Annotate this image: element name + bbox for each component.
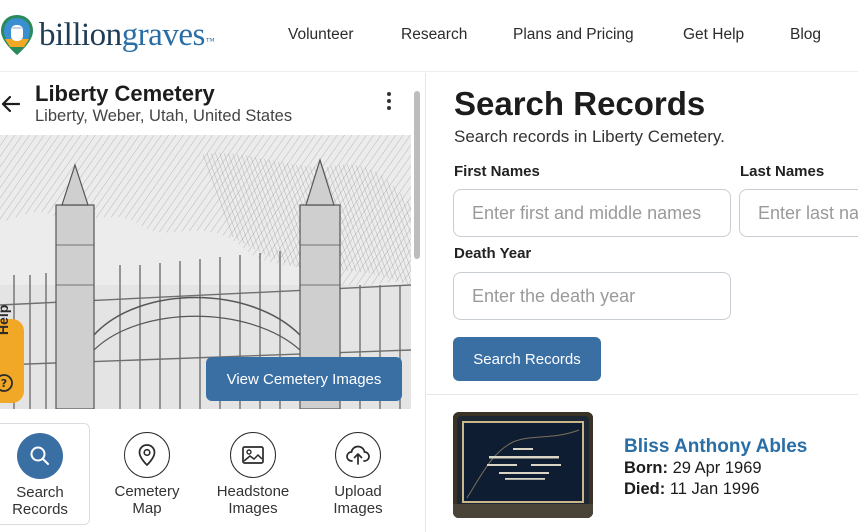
nav-plans-and-pricing[interactable]: Plans and Pricing bbox=[513, 26, 634, 44]
upload-images-action[interactable]: Upload Images bbox=[308, 423, 408, 525]
nav-blog[interactable]: Blog bbox=[790, 26, 821, 44]
action-label-line1: Search bbox=[16, 484, 64, 501]
more-options-icon[interactable] bbox=[381, 89, 397, 113]
back-arrow-icon[interactable] bbox=[0, 93, 22, 115]
map-pin-icon bbox=[124, 432, 170, 478]
cloud-upload-icon bbox=[335, 432, 381, 478]
headstone-images-action[interactable]: Headstone Images bbox=[203, 423, 303, 525]
cemetery-name: Liberty Cemetery bbox=[35, 81, 215, 106]
svg-text:?: ? bbox=[1, 377, 7, 390]
search-records-button[interactable]: Search Records bbox=[453, 337, 601, 381]
born-label: Born: bbox=[624, 459, 668, 477]
last-names-label: Last Names bbox=[740, 163, 825, 180]
nav-volunteer[interactable]: Volunteer bbox=[288, 26, 354, 44]
results-divider bbox=[427, 394, 858, 395]
died-label: Died: bbox=[624, 480, 666, 498]
action-label-line2: Map bbox=[132, 500, 162, 517]
first-names-label: First Names bbox=[454, 163, 540, 180]
image-icon bbox=[230, 432, 276, 478]
action-label-line1: Cemetery bbox=[114, 483, 180, 500]
death-year-label: Death Year bbox=[454, 245, 532, 262]
nav-get-help[interactable]: Get Help bbox=[683, 26, 744, 44]
first-names-input[interactable] bbox=[453, 189, 731, 237]
cemetery-location: Liberty, Weber, Utah, United States bbox=[35, 107, 293, 125]
panel-scrollbar[interactable] bbox=[414, 91, 420, 259]
logo-mark-icon bbox=[0, 14, 34, 56]
page-subtitle: Search records in Liberty Cemetery. bbox=[454, 127, 725, 146]
born-date: 29 Apr 1969 bbox=[672, 459, 762, 477]
result-died: Died: 11 Jan 1996 bbox=[624, 480, 759, 499]
cemetery-panel: Liberty Cemetery Liberty, Weber, Utah, U… bbox=[0, 73, 426, 532]
last-names-input[interactable] bbox=[739, 189, 858, 237]
action-label-line2: Images bbox=[228, 500, 278, 517]
view-cemetery-images-button[interactable]: View Cemetery Images bbox=[206, 357, 402, 401]
death-year-input[interactable] bbox=[453, 272, 731, 320]
page-title: Search Records bbox=[454, 85, 706, 122]
help-tab-label: Help bbox=[0, 304, 11, 335]
result-born: Born: 29 Apr 1969 bbox=[624, 459, 762, 478]
nav-research[interactable]: Research bbox=[401, 26, 467, 44]
logo-text-billion: billion bbox=[39, 17, 122, 53]
result-name-link[interactable]: Bliss Anthony Ables bbox=[624, 436, 807, 458]
action-label-line1: Headstone bbox=[216, 483, 290, 500]
logo-text-graves: graves bbox=[121, 17, 206, 53]
logo-trademark: ™ bbox=[205, 36, 215, 46]
action-label-line2: Images bbox=[333, 500, 383, 517]
help-icon: ? bbox=[0, 373, 14, 393]
headstone-thumbnail[interactable] bbox=[453, 412, 593, 518]
site-header: billiongraves™ Volunteer Research Plans … bbox=[0, 0, 858, 72]
action-label-line1: Upload bbox=[334, 483, 382, 500]
search-records-action[interactable]: Search Records bbox=[0, 423, 90, 525]
billiongraves-logo[interactable]: billiongraves™ bbox=[0, 14, 215, 56]
cemetery-map-action[interactable]: Cemetery Map bbox=[97, 423, 197, 525]
search-icon bbox=[17, 433, 63, 479]
action-label-line2: Records bbox=[12, 501, 68, 518]
died-date: 11 Jan 1996 bbox=[669, 480, 760, 498]
